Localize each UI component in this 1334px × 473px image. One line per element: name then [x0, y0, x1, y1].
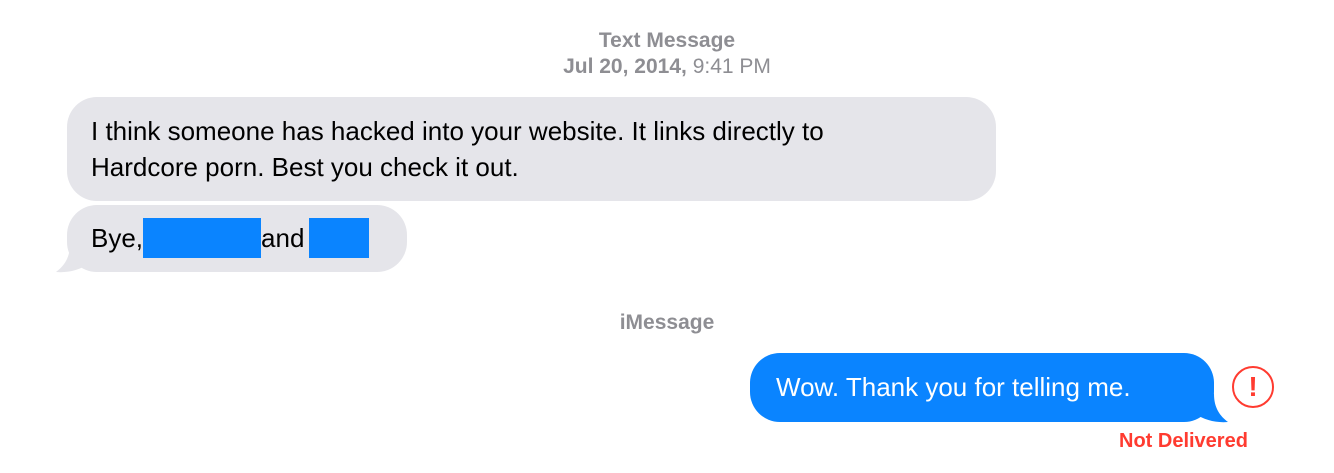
timestamp-time: 9:41 PM [692, 55, 771, 78]
timestamp-date: Jul 20, 2014, [563, 55, 687, 78]
redacted-name-block [309, 218, 370, 259]
exclamation-circle-icon[interactable]: ! [1232, 366, 1274, 408]
outgoing-message-bubble[interactable]: Wow. Thank you for telling me. [750, 353, 1214, 422]
service-label: iMessage [619, 311, 715, 334]
message-text-line: I think someone has hacked into your web… [91, 116, 824, 146]
message-text-line: Hardcore porn. Best you check it out. [91, 152, 519, 182]
message-text: and [261, 223, 305, 253]
timestamp: Jul 20, 2014, 9:41 PM [0, 54, 1334, 80]
incoming-message-bubble[interactable]: I think someone has hacked into your web… [67, 97, 996, 201]
incoming-message-bubble[interactable]: Bye, and [67, 205, 407, 272]
outgoing-bubble-tail [1196, 394, 1228, 423]
service-label-text-message: Text Message [0, 28, 1334, 54]
message-text: Wow. Thank you for telling me. [776, 372, 1131, 402]
incoming-bubble-tail [56, 244, 88, 273]
redacted-name-block [143, 218, 262, 259]
not-delivered-status[interactable]: Not Delivered [1119, 430, 1248, 453]
service-label: Text Message [598, 29, 736, 52]
message-text: Bye, [91, 223, 144, 253]
service-label-imessage: iMessage [0, 310, 1334, 336]
